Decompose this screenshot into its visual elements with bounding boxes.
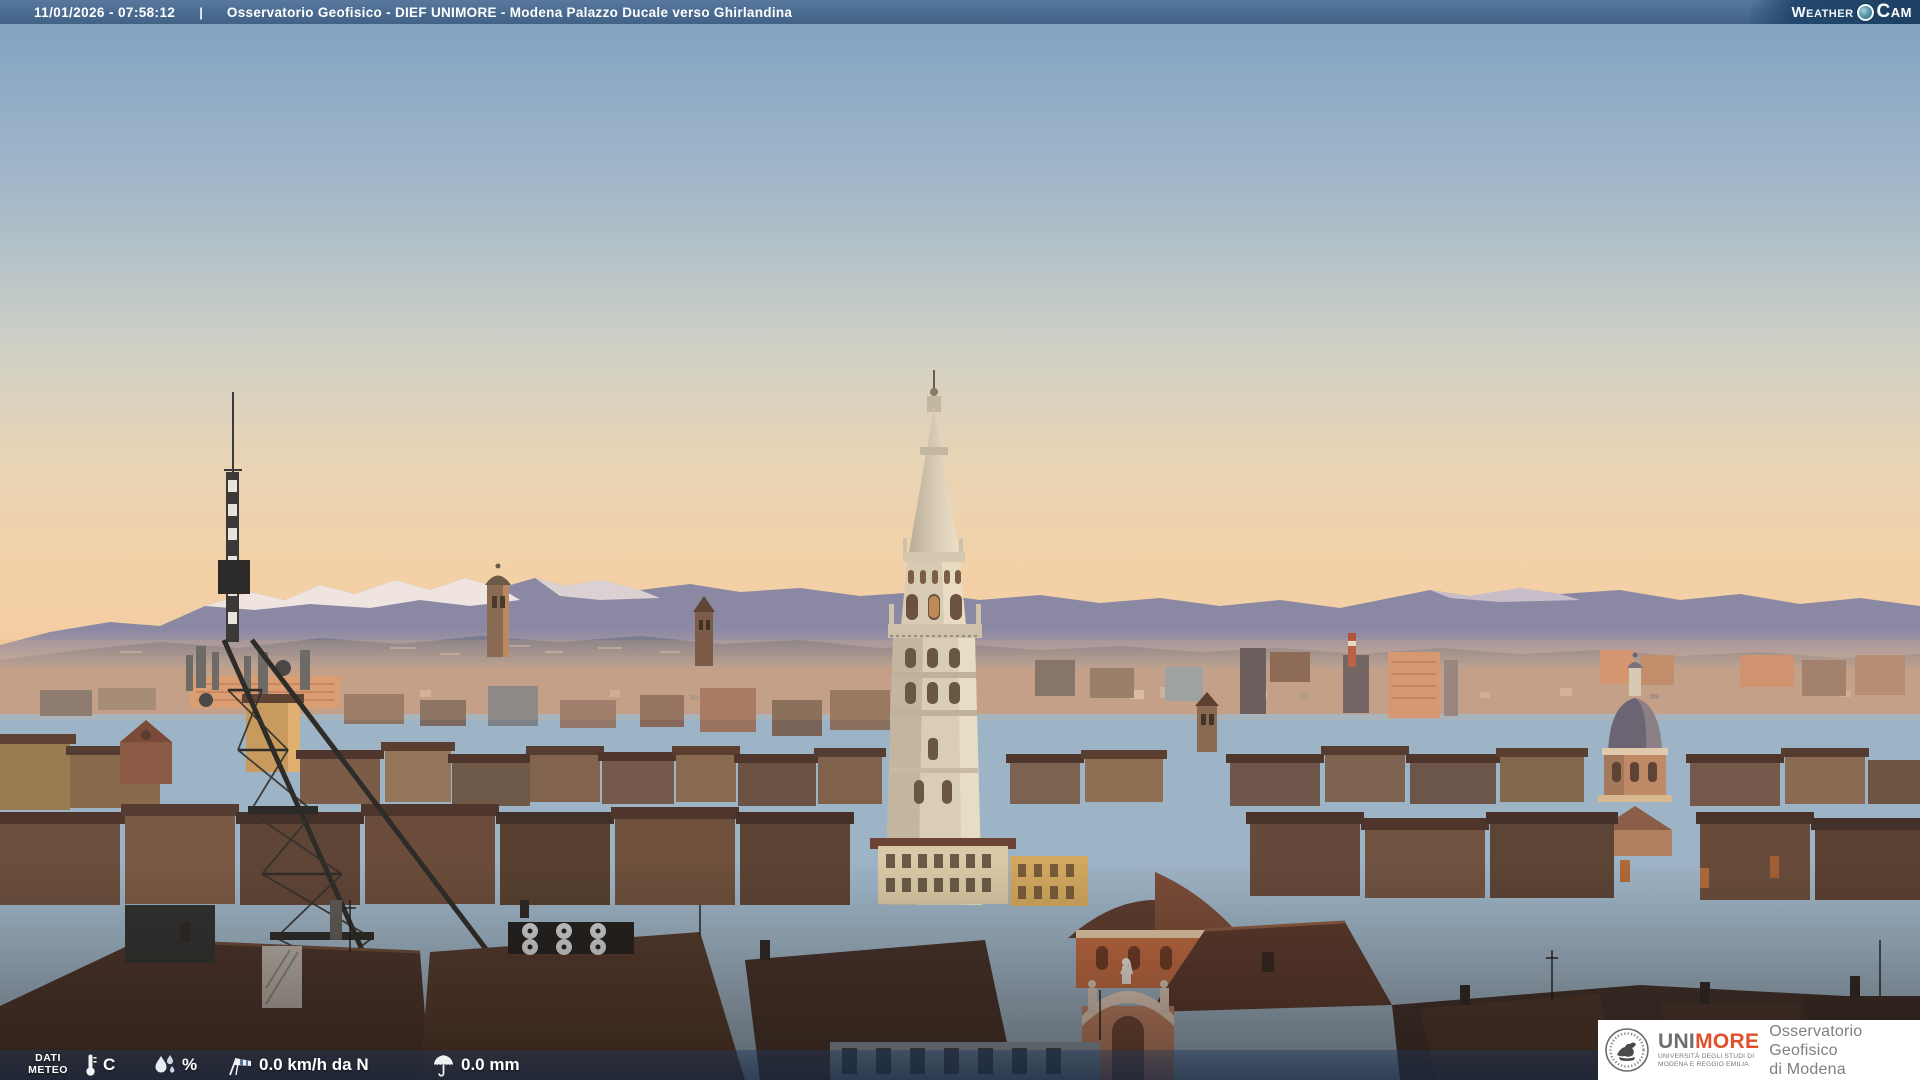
weathercam-logo[interactable]: Weather Cam xyxy=(1750,0,1920,24)
status-bar: 11/01/2026 - 07:58:12 | Osservatorio Geo… xyxy=(0,0,1920,24)
umbrella-icon xyxy=(434,1054,453,1077)
unimore-subtitle-line1: UNIVERSITÀ DEGLI STUDI DI xyxy=(1658,1053,1755,1060)
humidity-icon xyxy=(155,1055,175,1073)
webcam-page: 11/01/2026 - 07:58:12 | Osservatorio Geo… xyxy=(0,0,1920,1080)
wind-readout: 0.0 km/h da N xyxy=(226,1050,369,1080)
windsock-icon xyxy=(229,1058,251,1076)
unimore-wordmark: UNIMORE xyxy=(1658,1030,1760,1053)
weathercam-word2: Cam xyxy=(1876,1,1912,22)
dati-meteo-label: DATI METEO xyxy=(28,1052,68,1076)
thermometer-icon xyxy=(86,1054,97,1076)
webcam-image xyxy=(0,0,1920,1080)
weathercam-circle-icon xyxy=(1856,3,1874,21)
unimore-observatory-logo[interactable]: UNIMORE UNIVERSITÀ DEGLI STUDI DI MODENA… xyxy=(1598,1020,1920,1080)
page-title: Osservatorio Geofisico - DIEF UNIMORE - … xyxy=(226,4,793,20)
temperature-readout: C xyxy=(84,1050,115,1080)
unimore-subtitle-line2: MODENA E REGGIO EMILIA xyxy=(1658,1061,1749,1068)
observatory-name-line1: Osservatorio Geofisico xyxy=(1769,1022,1863,1059)
timestamp: 11/01/2026 - 07:58:12 xyxy=(34,4,176,20)
weathercam-word1: Weather xyxy=(1791,3,1854,21)
humidity-readout: % xyxy=(152,1050,197,1080)
unimore-seal-icon xyxy=(1605,1028,1649,1072)
separator: | xyxy=(199,4,203,20)
rain-readout: 0.0 mm xyxy=(432,1050,520,1080)
observatory-name-line2: di Modena xyxy=(1769,1060,1846,1078)
